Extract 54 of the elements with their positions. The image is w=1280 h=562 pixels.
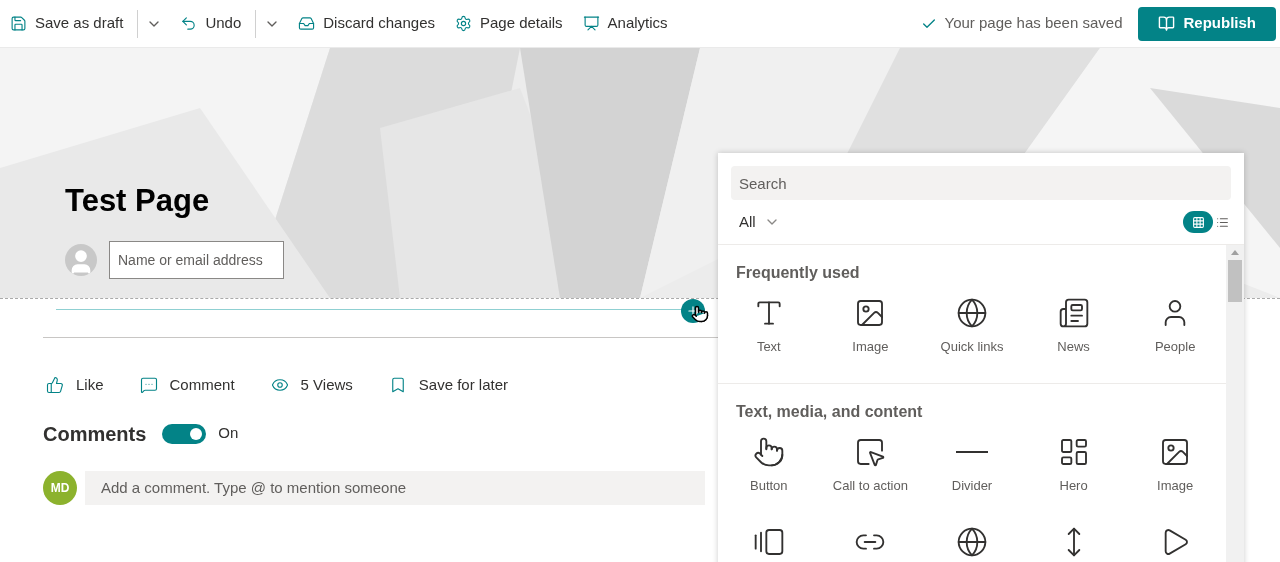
web-part-tile[interactable]: Image [1124,436,1226,506]
republish-button[interactable]: Republish [1138,6,1276,41]
comment-icon [139,376,158,395]
action-button[interactable]: Comment [139,374,235,397]
globe-icon [956,297,988,329]
toolbar-button[interactable]: Analytics [576,7,674,40]
pointer-icon [854,436,887,468]
gallery-icon [752,526,785,558]
toolbar-button[interactable]: Discard changes [292,7,441,40]
chart-icon [582,15,600,32]
globe-icon [956,526,988,558]
scroll-up-icon [1231,250,1239,255]
page-title: Test Page [65,182,210,220]
web-part-tile[interactable]: Button [718,436,820,506]
toolbar-button[interactable]: Save as draft [4,7,130,40]
web-part-tile[interactable]: Call to action [819,436,922,506]
save-icon [10,15,27,32]
list-icon [1215,215,1229,229]
comments-heading: Comments [43,421,147,447]
toolbar-button[interactable]: Undo [174,7,248,40]
action-button[interactable]: 5 Views [270,374,353,397]
action-button[interactable]: Like [46,374,104,397]
toggle-label: On [218,423,239,444]
scrollbar[interactable] [1226,245,1244,562]
comment-field[interactable]: Add a comment. Type @ to mention someone [85,470,705,505]
hand-icon [752,436,785,468]
settings-icon [455,15,472,32]
grid-icon [1191,215,1205,229]
search-field[interactable]: Search [731,166,1231,200]
comments-toggle[interactable] [162,423,207,444]
line-icon [956,451,988,453]
book-icon [1158,15,1176,32]
web-part-tile[interactable]: Image [819,297,922,367]
undo-icon [180,15,198,32]
scroll-thumb[interactable] [1228,260,1242,302]
save-status: Your page has been saved [944,13,1123,34]
user-avatar: MD [43,470,77,505]
web-part-tile[interactable]: Hero [1022,436,1125,506]
action-button[interactable]: Save for later [388,374,509,397]
web-part-tile[interactable]: Text [718,297,820,367]
section-heading: Frequently used [735,263,861,283]
web-part-tile[interactable]: Divider [921,436,1023,506]
tray-icon [298,15,316,32]
section-heading: Text, media, and content [735,402,924,422]
web-part-tile[interactable]: Quick links [921,297,1023,367]
web-part-tile[interactable]: People [1124,297,1226,367]
toolbar-button[interactable]: Page details [449,7,569,40]
hand-cursor-icon [691,305,709,323]
web-part-tile[interactable]: News [1022,297,1125,367]
thumbs-up-icon [46,376,64,395]
author-field[interactable]: Name or email address [109,240,284,279]
newspaper-icon [1057,297,1090,329]
filter-dropdown[interactable]: All [731,210,788,234]
grid-view-button[interactable] [1183,211,1213,233]
